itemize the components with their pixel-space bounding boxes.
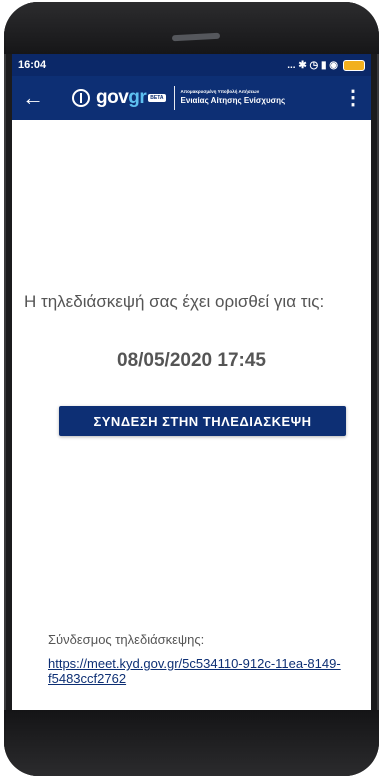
- app-screen: 16:04 ... ✱ ◷ ▮ ◉ ← govgr BETA Απομακρυσ…: [12, 54, 371, 710]
- status-icons-text: ... ✱ ◷ ▮ ◉: [287, 59, 338, 71]
- status-time: 16:04: [18, 59, 47, 71]
- speaker-grille: [171, 32, 221, 42]
- back-arrow-icon[interactable]: ←: [12, 76, 54, 120]
- meeting-link[interactable]: https://meet.kyd.gov.gr/5c534110-912c-11…: [48, 656, 368, 686]
- phone-top-bezel: [4, 2, 379, 54]
- app-subtitle: Απομακρυσμένη Υποβολή Αιτήσεων Ενιαίας Α…: [180, 89, 286, 106]
- link-label: Σύνδεσμος τηλεδιάσκεψης:: [48, 632, 205, 647]
- overflow-menu-icon[interactable]: ⋮: [343, 76, 363, 120]
- appointment-datetime: 08/05/2020 17:45: [117, 350, 266, 371]
- app-bar: ← govgr BETA Απομακρυσμένη Υποβολή Αιτήσ…: [12, 76, 371, 120]
- brand-suffix: gr: [128, 87, 147, 108]
- status-icons: ... ✱ ◷ ▮ ◉: [287, 59, 365, 71]
- govgr-logo: govgr BETA: [72, 87, 166, 109]
- brand-divider: [173, 86, 175, 110]
- status-bar: 16:04 ... ✱ ◷ ▮ ◉: [12, 54, 371, 76]
- beta-badge: BETA: [148, 94, 166, 102]
- brand-wordmark: govgr: [96, 87, 147, 109]
- greek-emblem-icon: [72, 89, 90, 107]
- phone-bottom-bezel: [4, 710, 379, 776]
- subtitle-main: Ενιαίας Αίτησης Ενίσχυσης: [180, 96, 286, 106]
- main-content: Η τηλεδιάσκεψή σας έχει ορισθεί για τις:…: [12, 120, 371, 710]
- subtitle-small: Απομακρυσμένη Υποβολή Αιτήσεων: [180, 89, 260, 95]
- brand-prefix: gov: [96, 87, 129, 108]
- battery-icon: [343, 59, 365, 71]
- join-videoconference-button[interactable]: ΣΥΝΔΕΣΗ ΣΤΗΝ ΤΗΛΕΔΙΑΣΚΕΨΗ: [59, 406, 346, 436]
- appointment-message: Η τηλεδιάσκεψή σας έχει ορισθεί για τις:: [24, 292, 325, 311]
- phone-frame: 16:04 ... ✱ ◷ ▮ ◉ ← govgr BETA Απομακρυσ…: [4, 2, 379, 776]
